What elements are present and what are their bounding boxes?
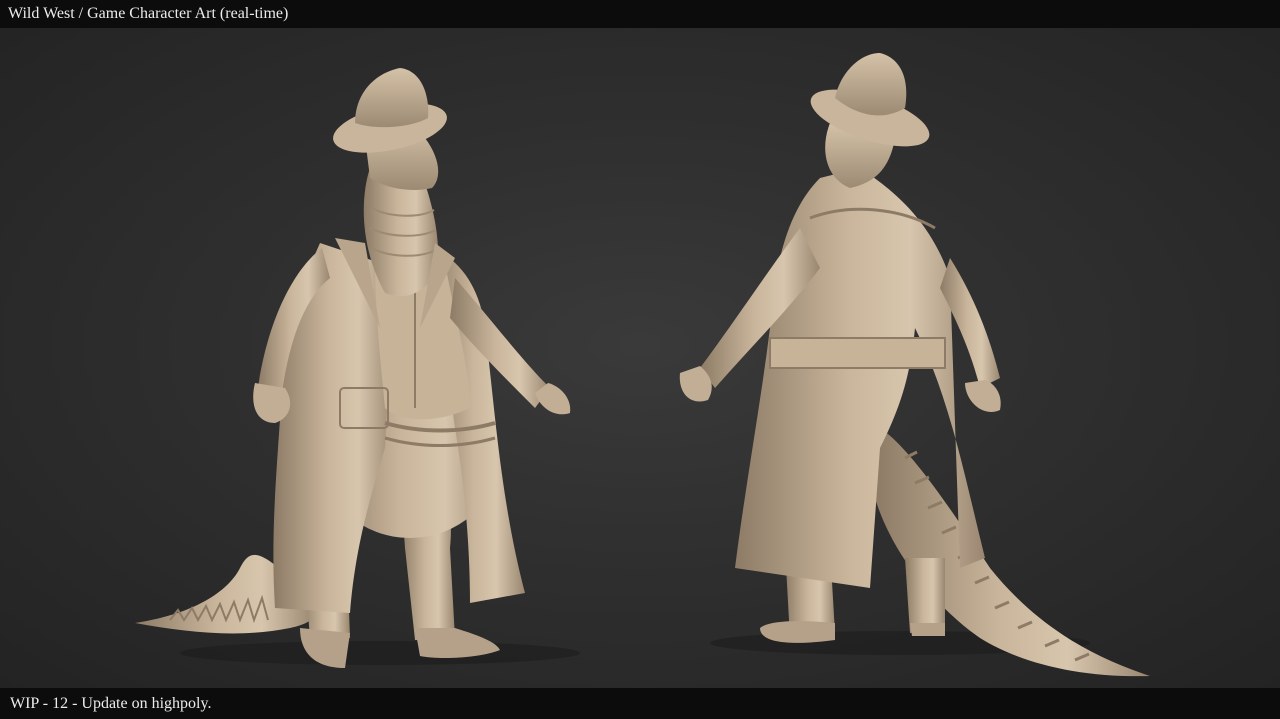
front-left-hand bbox=[253, 383, 291, 423]
footer-bar: WIP - 12 - Update on highpoly. bbox=[0, 688, 1280, 719]
front-right-boot bbox=[415, 628, 500, 658]
footer-caption: WIP - 12 - Update on highpoly. bbox=[10, 695, 212, 712]
back-right-boot bbox=[910, 623, 945, 636]
render-stage bbox=[0, 28, 1280, 688]
front-hat-crown bbox=[355, 68, 429, 128]
back-right-hand bbox=[965, 380, 1001, 412]
character-front-view bbox=[135, 68, 580, 668]
back-right-leg bbox=[905, 558, 945, 633]
artwork-frame: Wild West / Game Character Art (real-tim… bbox=[0, 0, 1280, 719]
header-bar: Wild West / Game Character Art (real-tim… bbox=[0, 0, 1280, 28]
sculpt-render bbox=[135, 53, 1150, 677]
header-title: Wild West / Game Character Art (real-tim… bbox=[8, 5, 289, 22]
character-back-view bbox=[679, 53, 1150, 677]
back-left-boot bbox=[760, 621, 835, 643]
